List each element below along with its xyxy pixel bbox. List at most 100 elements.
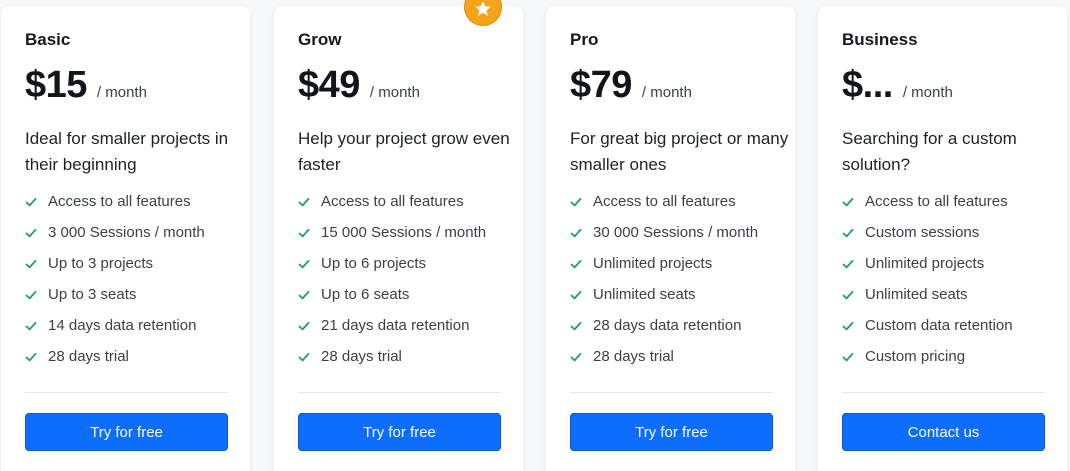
plan-card-business: Business $... / month Searching for a cus…	[818, 6, 1067, 471]
feature-label: 28 days trial	[593, 348, 674, 365]
try-for-free-button[interactable]: Try for free	[298, 413, 501, 451]
check-icon	[25, 259, 37, 269]
check-icon	[842, 321, 854, 331]
check-icon	[298, 321, 310, 331]
feature-label: Up to 6 projects	[321, 255, 427, 272]
feature-label: 21 days data retention	[321, 317, 470, 334]
plan-description: For great big project or many smaller on…	[570, 129, 789, 174]
check-icon	[25, 321, 37, 331]
plan-period: / month	[369, 84, 420, 101]
feature-label: 30 000 Sessions / month	[593, 224, 759, 241]
plan-period: / month	[902, 84, 953, 101]
contact-us-button[interactable]: Contact us	[842, 413, 1045, 451]
feature-label: 15 000 Sessions / month	[321, 224, 487, 241]
feature-item: 28 days data retention	[570, 317, 790, 348]
feature-item: 28 days trial	[570, 348, 790, 379]
plan-period: / month	[96, 84, 147, 101]
feature-item: 3 000 Sessions / month	[25, 224, 245, 255]
divider	[842, 392, 1045, 393]
divider	[570, 392, 773, 393]
feature-item: 30 000 Sessions / month	[570, 224, 790, 255]
check-icon	[842, 290, 854, 300]
feature-label: Access to all features	[593, 193, 736, 210]
check-icon	[298, 228, 310, 238]
price-row: $... / month	[842, 64, 953, 107]
check-icon	[25, 228, 37, 238]
feature-label: 3 000 Sessions / month	[48, 224, 205, 241]
feature-item: Unlimited seats	[570, 286, 790, 317]
feature-label: Unlimited seats	[593, 286, 696, 303]
plan-price: $79	[570, 64, 632, 106]
check-icon	[570, 259, 582, 269]
check-icon	[570, 290, 582, 300]
feature-label: Custom sessions	[865, 224, 980, 241]
try-for-free-button[interactable]: Try for free	[570, 413, 773, 451]
feature-label: Access to all features	[865, 193, 1008, 210]
plan-price: $49	[298, 64, 360, 106]
feature-item: 28 days trial	[25, 348, 245, 379]
star-icon	[475, 1, 491, 16]
check-icon	[842, 259, 854, 269]
plan-description: Ideal for smaller projects in their begi…	[25, 129, 229, 174]
try-for-free-button[interactable]: Try for free	[25, 413, 228, 451]
check-icon	[842, 352, 854, 362]
feature-item: Custom sessions	[842, 224, 1062, 255]
check-icon	[298, 352, 310, 362]
feature-item: Up to 6 seats	[298, 286, 518, 317]
plan-description: Searching for a custom solution?	[842, 129, 1017, 174]
check-icon	[570, 321, 582, 331]
feature-label: Unlimited projects	[593, 255, 713, 272]
feature-item: 28 days trial	[298, 348, 518, 379]
feature-item: Access to all features	[570, 193, 790, 224]
feature-label: Up to 3 seats	[48, 286, 137, 303]
feature-item: Access to all features	[25, 193, 245, 224]
plan-name: Pro	[570, 30, 599, 49]
feature-item: Up to 6 projects	[298, 255, 518, 286]
plan-name: Basic	[25, 30, 71, 49]
feature-item: 21 days data retention	[298, 317, 518, 348]
feature-label: Custom pricing	[865, 348, 966, 365]
pricing-plans: Basic $15 / month Ideal for smaller proje…	[0, 0, 1070, 471]
check-icon	[25, 352, 37, 362]
feature-label: Custom data retention	[865, 317, 1013, 334]
check-icon	[842, 197, 854, 207]
feature-list: Access to all features Custom sessions U…	[842, 193, 1062, 379]
plan-description: Help your project grow even faster	[298, 129, 510, 174]
feature-label: Unlimited projects	[865, 255, 985, 272]
feature-item: Unlimited projects	[842, 255, 1062, 286]
feature-item: Access to all features	[298, 193, 518, 224]
price-row: $79 / month	[570, 64, 692, 107]
feature-item: 14 days data retention	[25, 317, 245, 348]
plan-name: Business	[842, 30, 918, 49]
check-icon	[570, 352, 582, 362]
check-icon	[842, 228, 854, 238]
feature-list: Access to all features 3 000 Sessions / …	[25, 193, 245, 379]
feature-item: Up to 3 projects	[25, 255, 245, 286]
plan-card-basic: Basic $15 / month Ideal for smaller proje…	[1, 6, 250, 471]
feature-label: Access to all features	[321, 193, 464, 210]
feature-label: 28 days trial	[48, 348, 129, 365]
check-icon	[298, 290, 310, 300]
feature-item: Up to 3 seats	[25, 286, 245, 317]
feature-item: Custom data retention	[842, 317, 1062, 348]
feature-label: Up to 6 seats	[321, 286, 410, 303]
plan-price: $15	[25, 64, 87, 106]
feature-item: Unlimited projects	[570, 255, 790, 286]
check-icon	[298, 259, 310, 269]
feature-list: Access to all features 15 000 Sessions /…	[298, 193, 518, 379]
feature-list: Access to all features 30 000 Sessions /…	[570, 193, 790, 379]
feature-label: Unlimited seats	[865, 286, 968, 303]
plan-card-pro: Pro $79 / month For great big project or …	[546, 6, 795, 471]
plan-period: / month	[641, 84, 692, 101]
check-icon	[570, 228, 582, 238]
feature-item: 15 000 Sessions / month	[298, 224, 518, 255]
feature-item: Unlimited seats	[842, 286, 1062, 317]
feature-label: Up to 3 projects	[48, 255, 154, 272]
divider	[298, 392, 501, 393]
divider	[25, 392, 228, 393]
plan-card-grow: Grow $49 / month Help your project grow e…	[274, 6, 523, 471]
check-icon	[25, 197, 37, 207]
feature-item: Custom pricing	[842, 348, 1062, 379]
feature-label: Access to all features	[48, 193, 191, 210]
plan-price: $...	[842, 64, 893, 106]
